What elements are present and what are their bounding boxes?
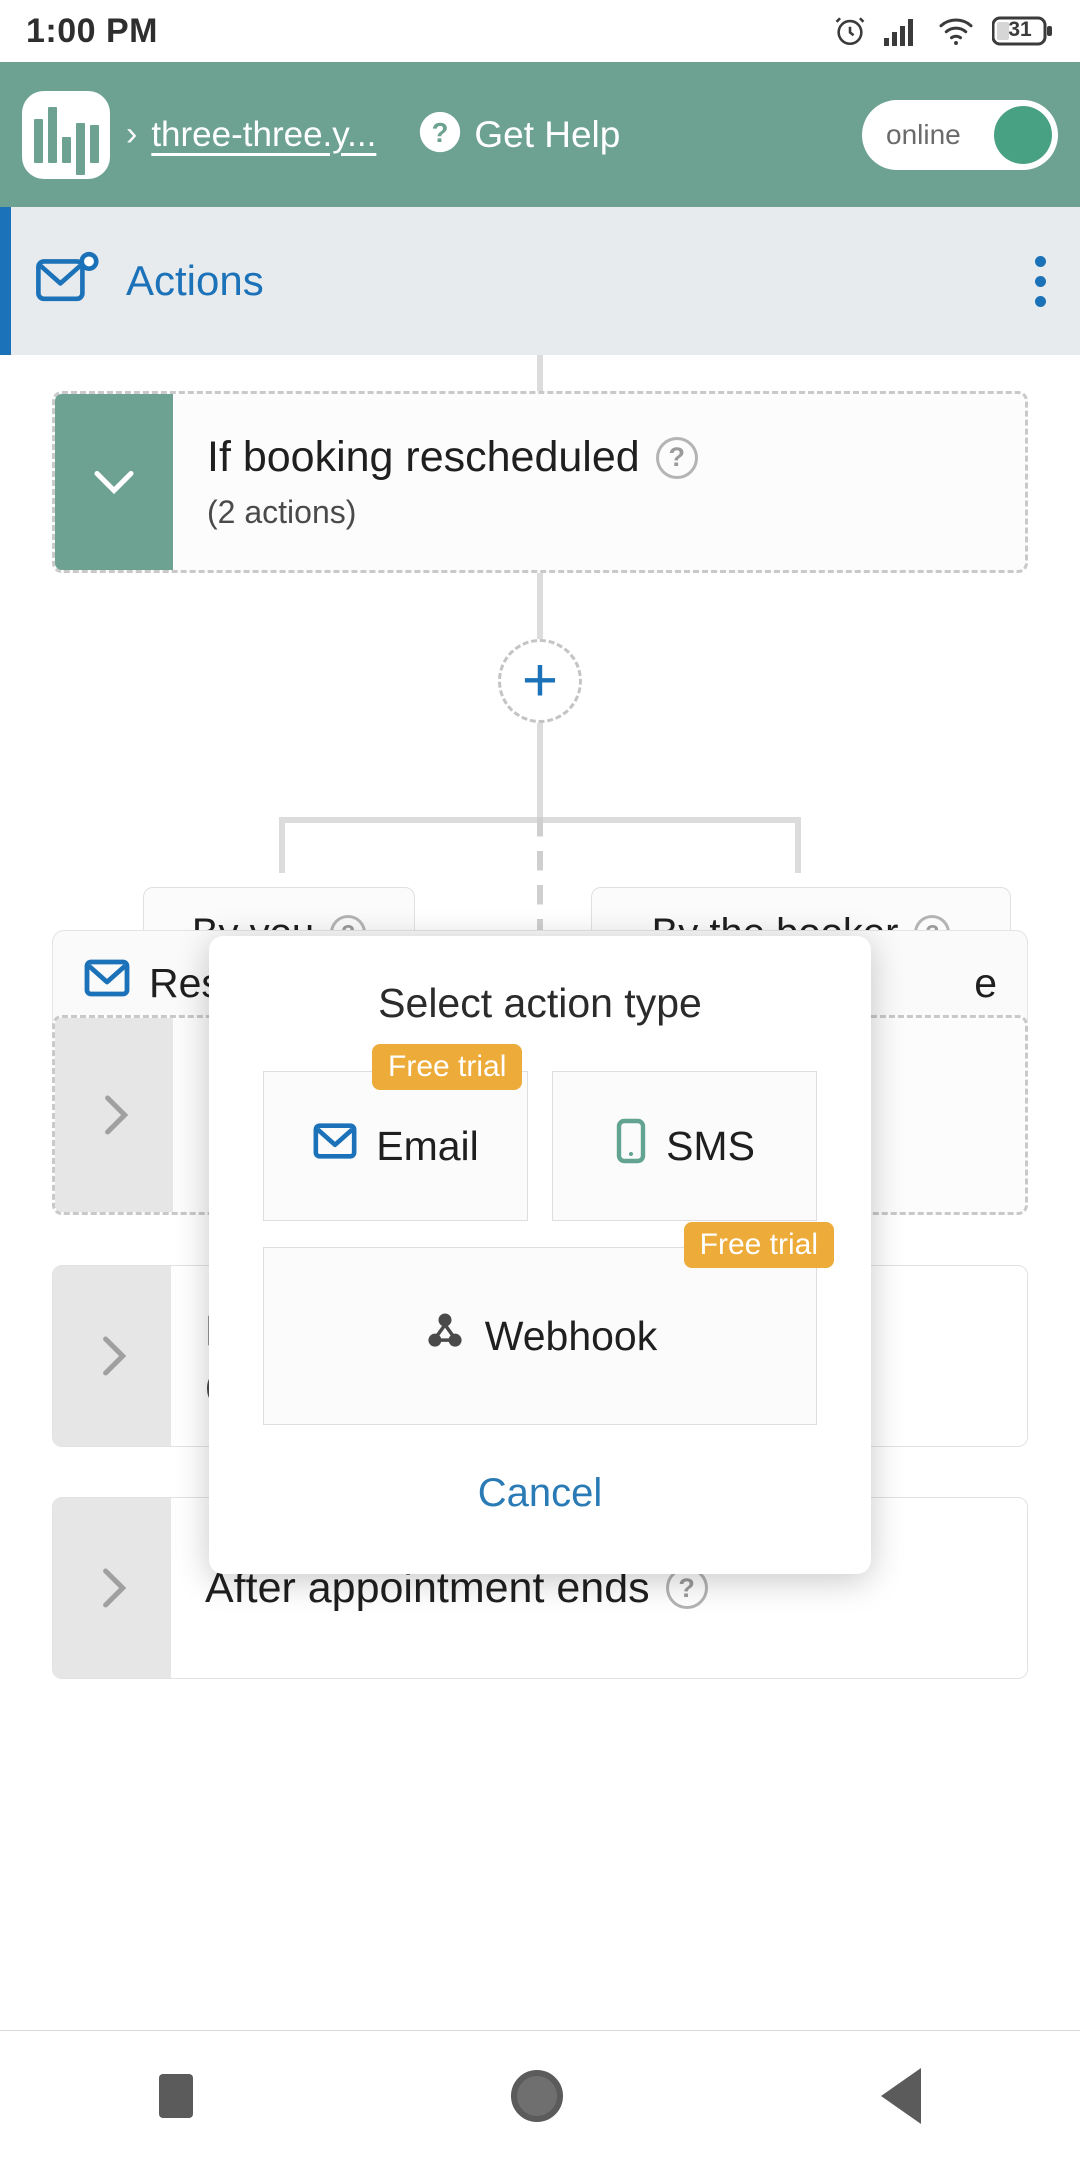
option-email[interactable]: Free trial Email: [263, 1044, 528, 1221]
option-sms[interactable]: SMS: [552, 1071, 817, 1221]
action-option-row: Free trial Email SMS: [263, 1044, 817, 1221]
option-label: Email: [376, 1122, 479, 1169]
square-recents-icon[interactable]: [159, 2073, 193, 2118]
select-action-type-dialog: Select action type Free trial Email SMS …: [209, 936, 871, 1574]
triangle-back-icon[interactable]: [881, 2067, 921, 2124]
phone-screen: 1:00 PM 31 › three-three.y... ? Get Help…: [0, 0, 1080, 2160]
cancel-button[interactable]: Cancel: [263, 1425, 817, 1544]
free-trial-badge: Free trial: [683, 1222, 834, 1268]
android-nav-bar: [0, 2030, 1080, 2160]
option-webhook[interactable]: Free trial Webhook: [263, 1222, 834, 1425]
dialog-title: Select action type: [378, 980, 702, 1026]
option-label: SMS: [666, 1122, 755, 1169]
free-trial-badge: Free trial: [372, 1044, 523, 1090]
email-icon: [312, 1121, 358, 1171]
circle-home-icon[interactable]: [511, 2069, 563, 2122]
webhook-icon: [423, 1309, 467, 1363]
option-label: Webhook: [484, 1312, 658, 1359]
phone-icon: [614, 1117, 648, 1175]
